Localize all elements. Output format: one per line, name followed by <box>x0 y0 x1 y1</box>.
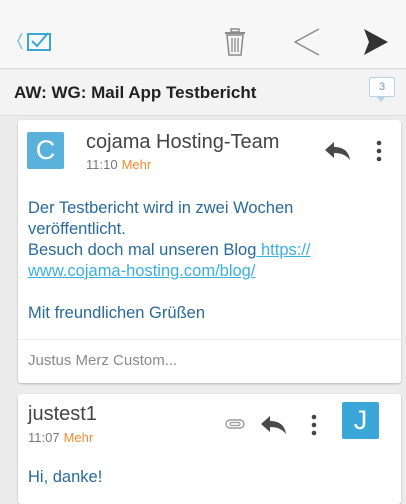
trash-icon <box>225 28 245 56</box>
sender-name: cojama Hosting-Team <box>86 131 280 153</box>
reply-button[interactable] <box>324 140 352 162</box>
message-card[interactable]: C cojama Hosting-Team 11:10 Mehr Der Test… <box>18 120 401 383</box>
message-card[interactable]: justest1 11:07 Mehr J Hi, danke! <box>18 394 401 504</box>
greeting-line: Mit freundlichen Grüßen <box>28 304 205 322</box>
status-bar <box>0 0 406 14</box>
message-time: 11:07 <box>28 430 60 445</box>
body-line: Der Testbericht wird in zwei Wochen verö… <box>28 199 294 238</box>
body-line: Besuch doch mal unseren Blog <box>28 241 257 259</box>
signature-preview[interactable]: Justus Merz Custom... <box>18 339 401 383</box>
back-to-inbox-icon <box>17 32 51 51</box>
overflow-dots-icon <box>311 414 317 436</box>
message-body: Der Testbericht wird in zwei Wochen verö… <box>28 198 391 324</box>
reply-icon <box>325 142 350 160</box>
previous-triangle-icon <box>294 28 320 56</box>
attachment-icon <box>224 416 246 432</box>
next-message-button[interactable] <box>360 26 392 58</box>
overflow-dots-icon <box>376 140 382 162</box>
more-details-link[interactable]: Mehr <box>64 430 94 445</box>
previous-message-button[interactable] <box>291 26 323 58</box>
message-meta: 11:07 Mehr <box>28 430 93 445</box>
message-overflow-menu[interactable] <box>310 414 318 436</box>
thread-count-badge: 3 <box>369 77 395 102</box>
back-to-inbox-button[interactable] <box>14 26 64 56</box>
sender-name: justest1 <box>28 403 97 425</box>
avatar: C <box>27 132 64 169</box>
message-body: Hi, danke! <box>28 467 391 488</box>
next-triangle-icon <box>364 29 388 55</box>
delete-button[interactable] <box>222 26 248 58</box>
reply-button[interactable] <box>260 414 288 436</box>
thread-subject: AW: WG: Mail App Testbericht <box>14 83 257 102</box>
message-meta: 11:10 Mehr <box>86 157 151 172</box>
more-details-link[interactable]: Mehr <box>122 157 152 172</box>
avatar: J <box>342 402 379 439</box>
reply-icon <box>261 416 286 434</box>
signature-preview-text: Justus Merz Custom... <box>28 352 178 369</box>
thread-header: AW: WG: Mail App Testbericht 3 <box>0 70 406 116</box>
body-line: Hi, danke! <box>28 468 103 486</box>
message-time: 11:10 <box>86 157 118 172</box>
message-overflow-menu[interactable] <box>375 140 383 162</box>
message-toolbar <box>0 14 406 69</box>
